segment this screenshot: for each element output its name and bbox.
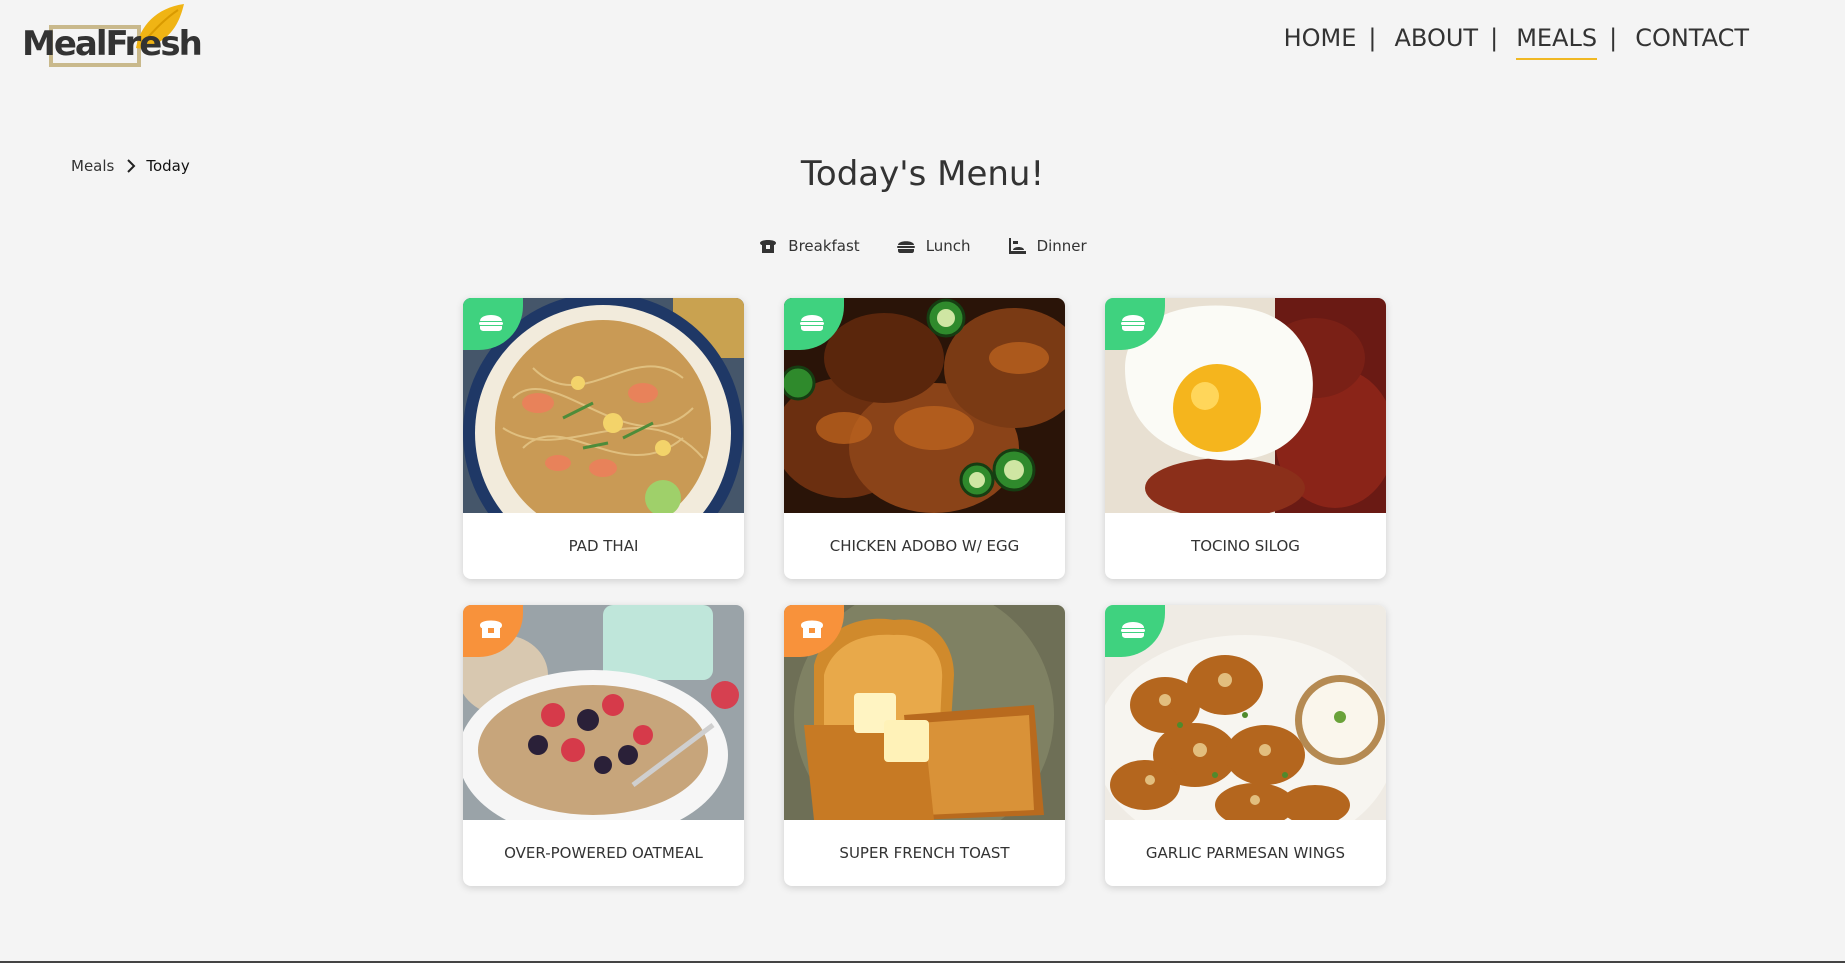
nav-about[interactable]: ABOUT bbox=[1395, 24, 1479, 56]
page-title: Today's Menu! bbox=[800, 154, 1045, 194]
meal-card-chicken-adobo[interactable]: CHICKEN ADOBO W/ EGG bbox=[784, 298, 1065, 579]
burger-icon bbox=[1121, 315, 1145, 331]
meal-name: CHICKEN ADOBO W/ EGG bbox=[829, 537, 1020, 555]
meal-name: OVER-POWERED OATMEAL bbox=[504, 844, 703, 862]
nav-contact[interactable]: CONTACT bbox=[1635, 24, 1749, 56]
meal-filters: Breakfast Lunch Dinner bbox=[0, 236, 1845, 256]
filter-dinner[interactable]: Dinner bbox=[1007, 236, 1087, 256]
meal-name: PAD THAI bbox=[568, 537, 639, 555]
main-nav: HOME | ABOUT | MEALS | CONTACT bbox=[1284, 24, 1749, 60]
french-toast-photo bbox=[784, 605, 1065, 845]
meal-name: TOCINO SILOG bbox=[1191, 537, 1300, 555]
bread-icon bbox=[760, 240, 777, 253]
meal-card-tocino-silog[interactable]: TOCINO SILOG bbox=[1105, 298, 1386, 579]
meal-name: SUPER FRENCH TOAST bbox=[839, 844, 1010, 862]
meal-name: GARLIC PARMESAN WINGS bbox=[1145, 844, 1346, 862]
nav-separator: | bbox=[1609, 24, 1618, 52]
meal-card-garlic-wings[interactable]: GARLIC PARMESAN WINGS bbox=[1105, 605, 1386, 886]
nav-meals[interactable]: MEALS bbox=[1516, 24, 1597, 60]
filter-label: Breakfast bbox=[788, 237, 860, 255]
burger-icon bbox=[896, 241, 915, 253]
bread-icon bbox=[801, 620, 823, 638]
filter-breakfast[interactable]: Breakfast bbox=[758, 236, 860, 256]
meal-card-pad-thai[interactable]: PAD THAI bbox=[463, 298, 744, 579]
burger-icon bbox=[479, 315, 503, 331]
brand-name: MealFresh bbox=[22, 24, 203, 64]
meal-card-french-toast[interactable]: SUPER FRENCH TOAST bbox=[784, 605, 1065, 886]
meal-grid: PAD THAI CHICKEN ADOBO W/ EGG TOCINO SIL… bbox=[463, 298, 1386, 886]
filter-label: Dinner bbox=[1036, 237, 1087, 255]
tocino-silog-photo bbox=[1105, 298, 1386, 518]
burger-icon bbox=[800, 315, 824, 331]
chicken-adobo-photo bbox=[784, 298, 1065, 513]
filter-lunch[interactable]: Lunch bbox=[896, 236, 971, 256]
dinner-icon bbox=[1008, 238, 1026, 254]
meal-card-oatmeal[interactable]: OVER-POWERED OATMEAL bbox=[463, 605, 744, 886]
pad-thai-photo bbox=[463, 298, 744, 573]
nav-separator: | bbox=[1490, 24, 1499, 52]
burger-icon bbox=[1121, 622, 1145, 638]
nav-separator: | bbox=[1368, 24, 1377, 52]
oatmeal-photo bbox=[463, 605, 744, 840]
nav-home[interactable]: HOME bbox=[1284, 24, 1357, 56]
bread-icon bbox=[480, 620, 502, 638]
filter-label: Lunch bbox=[925, 237, 971, 255]
garlic-wings-photo bbox=[1105, 605, 1386, 855]
brand-logo[interactable]: MealFresh bbox=[22, 4, 203, 70]
